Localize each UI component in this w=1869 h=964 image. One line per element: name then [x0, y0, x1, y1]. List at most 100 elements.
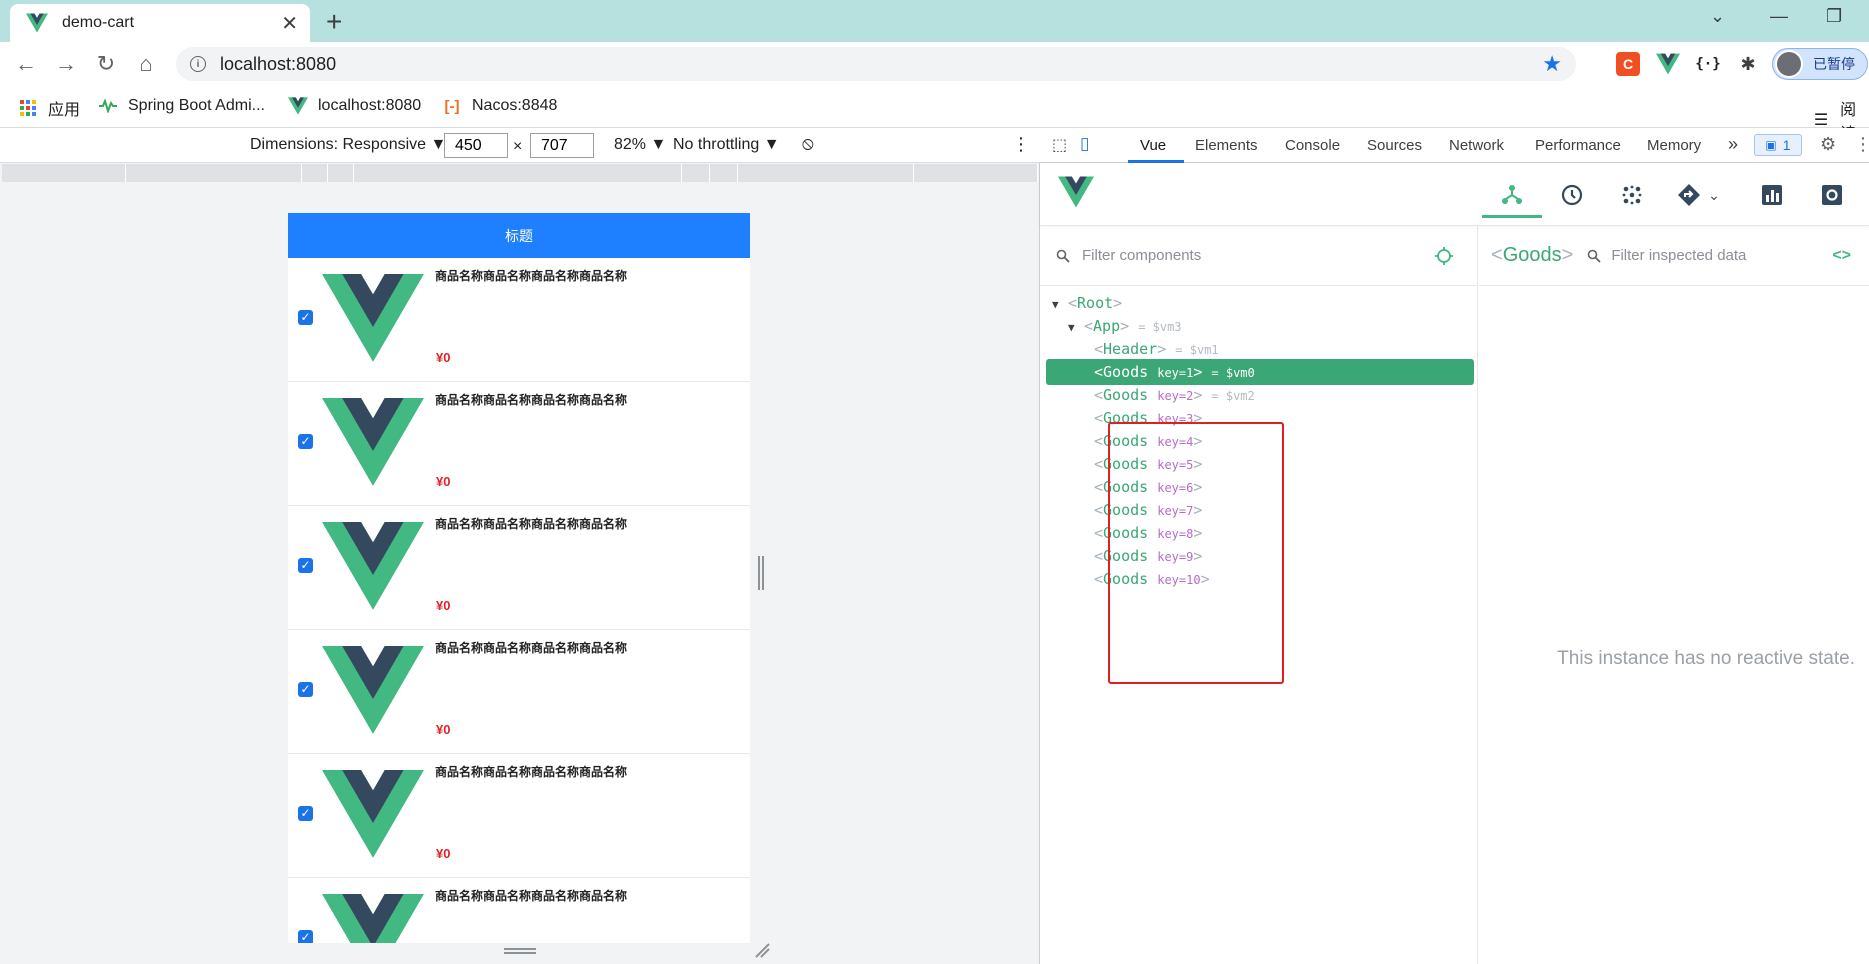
app-header: 标题	[288, 213, 750, 258]
dimensions-dropdown[interactable]: Dimensions: Responsive ▼	[250, 136, 446, 154]
apps-grid-icon	[18, 98, 38, 118]
bookmark-star-icon[interactable]: ★	[1542, 51, 1562, 77]
vue-devtools-header: ⌄	[1040, 164, 1869, 226]
goods-image-vue-logo-icon	[322, 646, 424, 734]
goods-checkbox[interactable]: ✓	[298, 806, 313, 821]
device-toggle-icon[interactable]: ▯	[1080, 134, 1089, 154]
emulated-viewport: 标题 ✓ 商品名称商品名称商品名称商品名称 ¥0 ✓ 商品名称商品名称商品名称商品名称 ¥…	[288, 213, 750, 943]
width-resize-handle[interactable]	[758, 556, 764, 590]
tab-vue[interactable]: Vue	[1140, 137, 1166, 154]
vue-logo-icon	[1058, 176, 1094, 208]
open-in-editor-code-icon[interactable]: <>	[1832, 247, 1851, 265]
goods-name: 商品名称商品名称商品名称商品名称	[435, 393, 628, 407]
vue-favicon-icon	[288, 97, 308, 115]
filter-inspected-data-input[interactable]: Filter inspected data	[1611, 247, 1832, 264]
vuex-store-icon[interactable]	[1602, 172, 1662, 218]
active-tab-indicator	[1128, 160, 1184, 163]
url-text[interactable]: localhost:8080	[220, 54, 1542, 75]
new-tab-button[interactable]: +	[326, 6, 342, 38]
close-tab-icon[interactable]: ✕	[281, 11, 298, 36]
bookmark-spring-boot-admin[interactable]: Spring Boot Admi...	[98, 96, 265, 116]
goods-image-vue-logo-icon	[322, 274, 424, 362]
goods-list: ✓ 商品名称商品名称商品名称商品名称 ¥0 ✓ 商品名称商品名称商品名称商品名称 ¥0 ✓ 商…	[288, 258, 750, 943]
back-icon[interactable]: ←	[10, 48, 42, 80]
minimize-icon[interactable]: —	[1770, 6, 1788, 27]
tree-node-goods[interactable]: <Goods key=10>	[1046, 566, 1474, 592]
devtools-panel: ⬚ ▯ Vue Elements Console Sources Network…	[1040, 128, 1869, 964]
rotate-icon[interactable]: ⦸	[802, 133, 814, 154]
goods-checkbox[interactable]: ✓	[298, 558, 313, 573]
tab-elements[interactable]: Elements	[1195, 137, 1258, 154]
goods-name: 商品名称商品名称商品名称商品名称	[435, 517, 628, 531]
width-input[interactable]	[444, 133, 508, 158]
more-options-icon[interactable]: ⋮	[1012, 134, 1030, 155]
tab-memory[interactable]: Memory	[1647, 137, 1701, 154]
bookmark-localhost[interactable]: localhost:8080	[288, 96, 421, 116]
device-toolbar: Dimensions: Responsive ▼ × 82% ▼ No thro…	[0, 128, 1040, 163]
vue-settings-icon[interactable]	[1802, 172, 1862, 218]
extensions-puzzle-icon[interactable]: ✱	[1736, 52, 1760, 76]
tab-sources[interactable]: Sources	[1367, 137, 1422, 154]
reading-list-icon: ☰	[1813, 112, 1829, 129]
issues-badge[interactable]: ▣ 1	[1754, 134, 1802, 156]
components-tab-icon[interactable]	[1482, 172, 1542, 218]
site-info-icon[interactable]: i	[190, 56, 206, 72]
select-component-crosshair-icon[interactable]	[1434, 246, 1454, 266]
bookmark-apps[interactable]: 应用	[18, 96, 80, 120]
routing-dropdown-icon[interactable]: ⌄	[1662, 172, 1734, 218]
restore-icon[interactable]: ❐	[1826, 6, 1842, 27]
goods-checkbox[interactable]: ✓	[298, 310, 313, 325]
browser-tab[interactable]: demo-cart ✕	[10, 4, 310, 42]
home-icon[interactable]: ⌂	[130, 48, 162, 80]
goods-image-vue-logo-icon	[322, 894, 424, 943]
extension-c-icon[interactable]: C	[1616, 52, 1640, 76]
tab-network[interactable]: Network	[1449, 137, 1504, 154]
search-icon	[1056, 249, 1070, 263]
goods-checkbox[interactable]: ✓	[298, 434, 313, 449]
goods-item: ✓ 商品名称商品名称商品名称商品名称	[288, 878, 750, 943]
vue-devtools-extension-icon[interactable]	[1656, 52, 1680, 76]
tab-title: demo-cart	[62, 14, 135, 31]
nacos-icon: [-]	[444, 97, 460, 115]
goods-image-vue-logo-icon	[322, 770, 424, 858]
tab-console[interactable]: Console	[1285, 137, 1340, 154]
settings-gear-icon[interactable]: ⚙	[1820, 134, 1836, 155]
inspector-pane: <Goods> Filter inspected data <> This in…	[1479, 226, 1869, 964]
devtools-menu-icon[interactable]: ⋮	[1854, 134, 1869, 155]
inspect-element-icon[interactable]: ⬚	[1052, 135, 1067, 155]
throttling-dropdown[interactable]: No throttling ▼	[673, 136, 780, 154]
tab-search-icon[interactable]: ⌄	[1710, 6, 1725, 27]
filter-components-input[interactable]: Filter components	[1082, 247, 1434, 264]
goods-name: 商品名称商品名称商品名称商品名称	[435, 889, 628, 903]
json-viewer-icon[interactable]: {·}	[1695, 52, 1720, 76]
height-input[interactable]	[530, 133, 594, 158]
inspected-component-name: <Goods>	[1491, 244, 1574, 266]
tab-performance[interactable]: Performance	[1535, 137, 1621, 154]
zoom-dropdown[interactable]: 82% ▼	[614, 136, 666, 154]
goods-price: ¥0	[436, 350, 451, 365]
goods-price: ¥0	[436, 722, 451, 737]
bookmark-nacos[interactable]: [-] Nacos:8848	[442, 96, 558, 116]
goods-checkbox[interactable]: ✓	[298, 682, 313, 697]
goods-checkbox[interactable]: ✓	[298, 930, 313, 943]
height-resize-handle[interactable]	[504, 948, 536, 954]
goods-price: ¥0	[436, 598, 451, 613]
media-query-bar[interactable]	[2, 164, 1038, 182]
forward-icon[interactable]: →	[50, 48, 82, 80]
goods-item: ✓ 商品名称商品名称商品名称商品名称 ¥0	[288, 506, 750, 630]
performance-chart-icon[interactable]	[1742, 172, 1802, 218]
dimension-separator: ×	[513, 138, 523, 155]
timeline-history-icon[interactable]	[1542, 172, 1602, 218]
corner-resize-handle[interactable]	[754, 942, 770, 958]
filter-components[interactable]: Filter components	[1040, 226, 1478, 286]
browser-toolbar: ← → ↻ ⌂ i localhost:8080 ★ C {·} ✱ 已暂停	[0, 42, 1869, 86]
reload-icon[interactable]: ↻	[90, 48, 122, 80]
vue-favicon-icon	[26, 13, 48, 33]
bookmark-label: localhost:8080	[318, 97, 422, 114]
goods-item: ✓ 商品名称商品名称商品名称商品名称 ¥0	[288, 382, 750, 506]
goods-price: ¥0	[436, 474, 451, 489]
tab-strip: demo-cart ✕ + ⌄ — ❐	[0, 0, 1869, 42]
more-tabs-icon[interactable]: »	[1728, 134, 1738, 155]
address-bar[interactable]: i localhost:8080 ★	[176, 47, 1576, 81]
profile-button[interactable]: 已暂停	[1772, 48, 1868, 80]
